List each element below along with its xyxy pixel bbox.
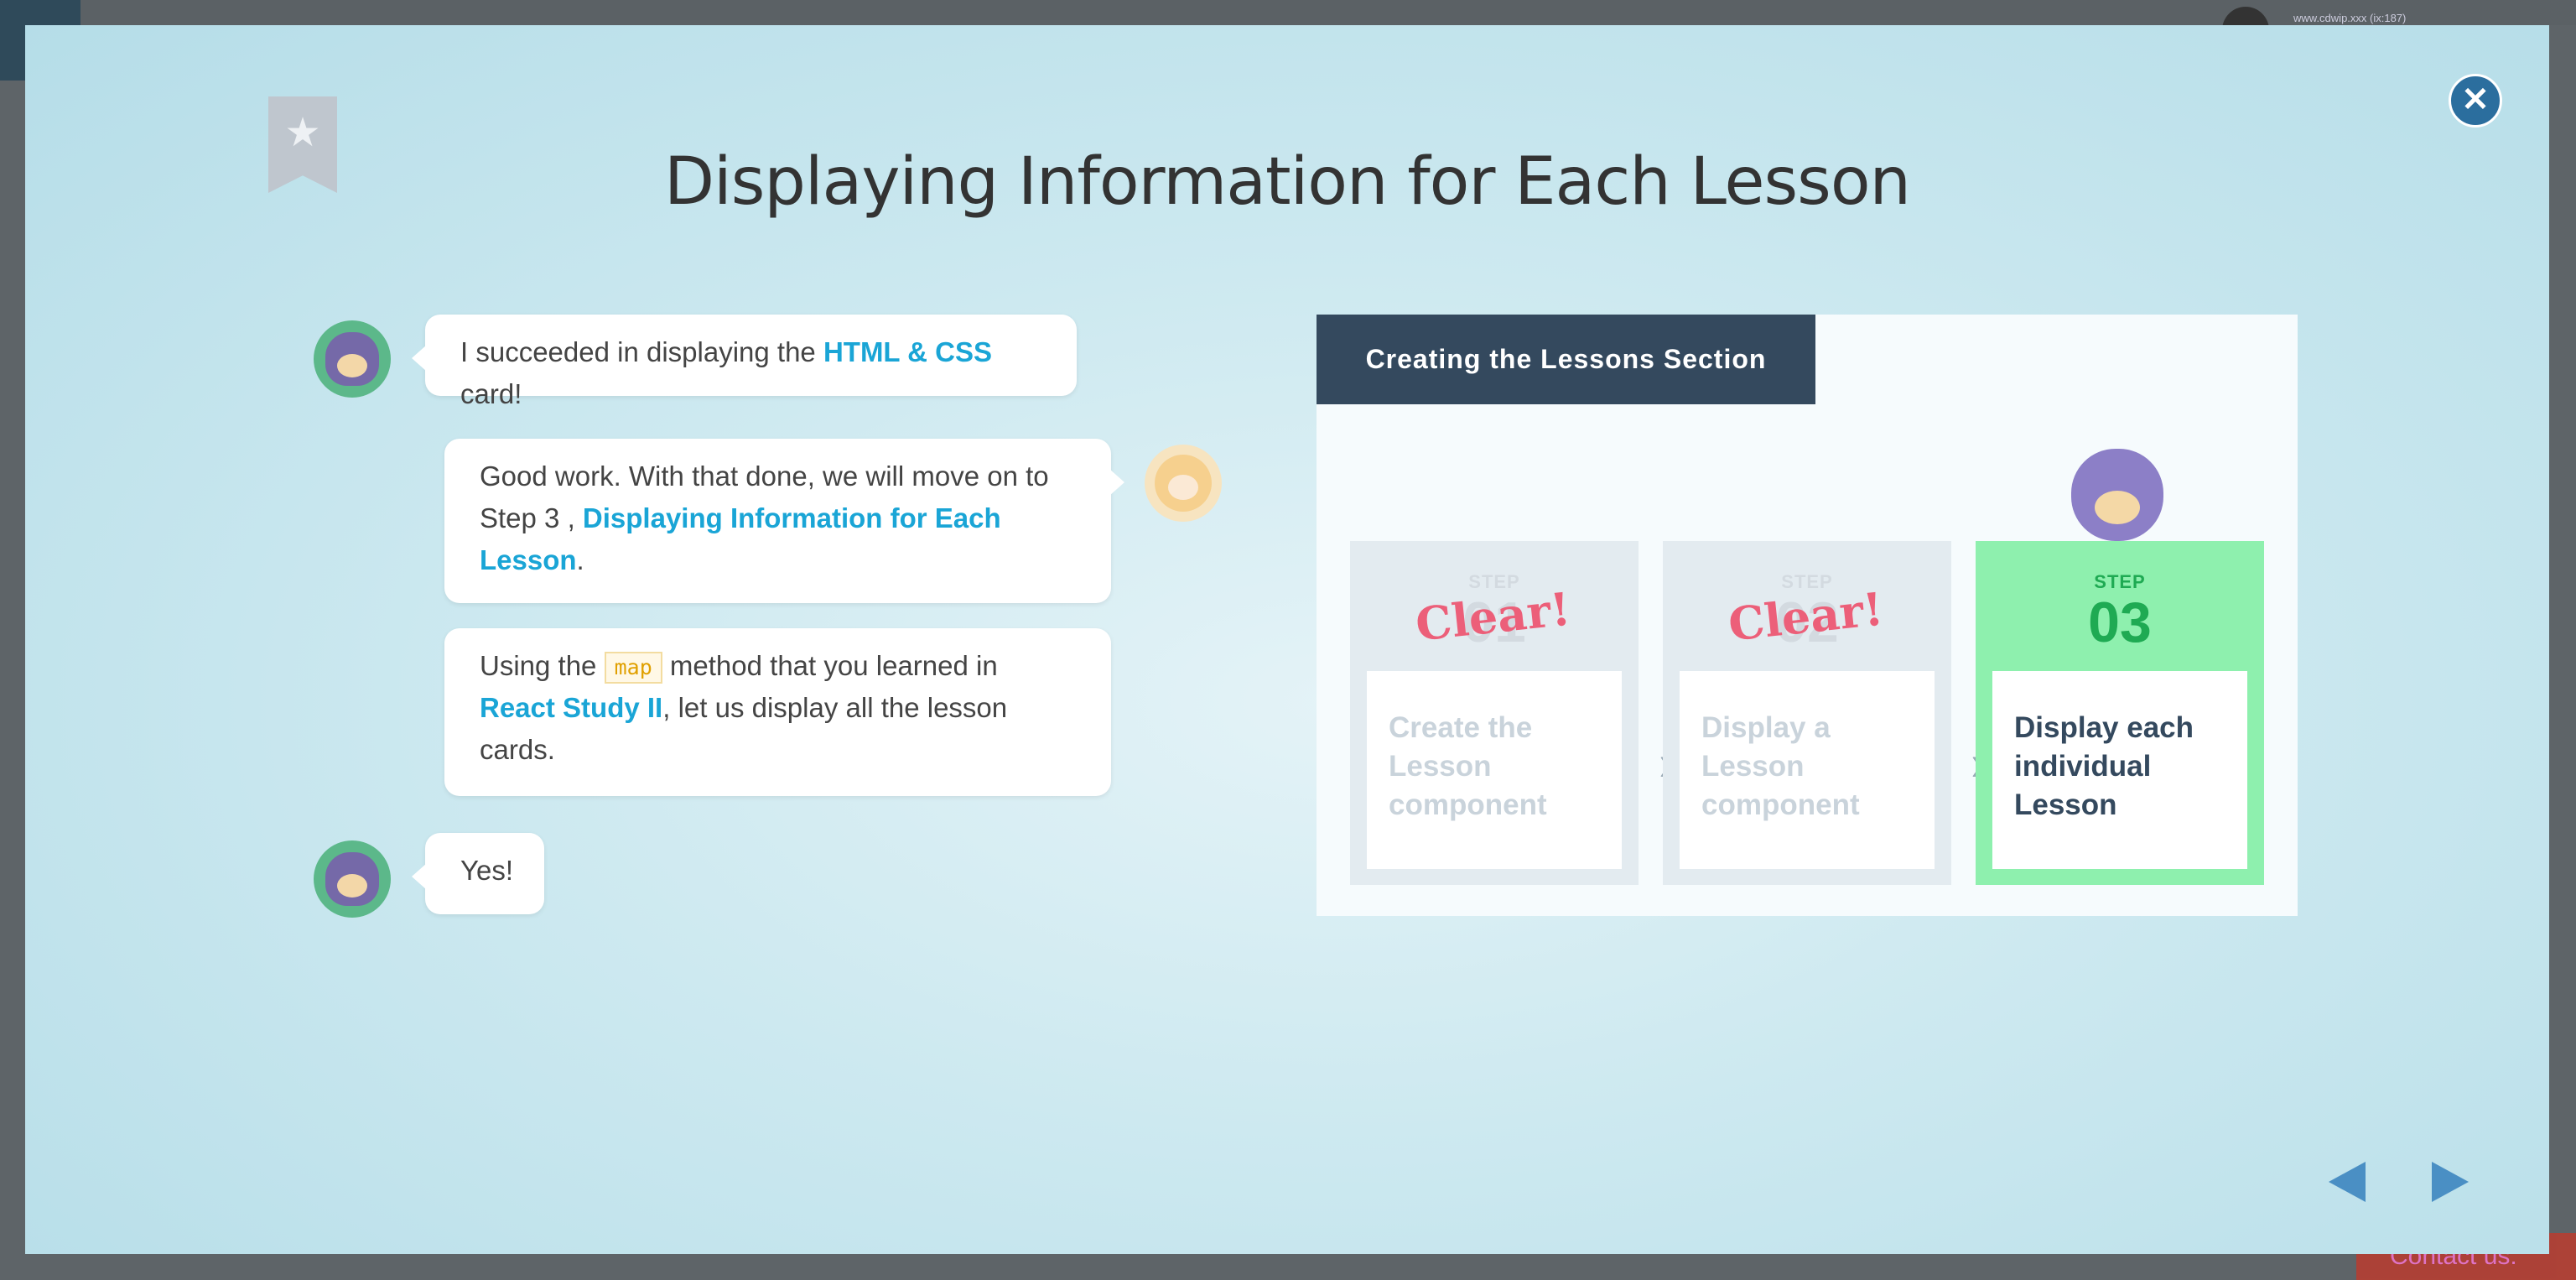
lesson-modal: ★ Displaying Information for Each Lesson… bbox=[25, 25, 2549, 1254]
chat-message-4: Yes! bbox=[412, 833, 544, 914]
next-arrow-icon[interactable] bbox=[2432, 1162, 2469, 1202]
chat-message-3: Using the map method that you learned in… bbox=[444, 628, 1111, 796]
step-description: Create the Lesson component bbox=[1367, 671, 1622, 869]
step-card-3: STEP 03 Display each individual Lesson bbox=[1976, 541, 2264, 885]
modal-title: Displaying Information for Each Lesson bbox=[664, 144, 1911, 221]
sheep-avatar bbox=[1145, 445, 1222, 522]
background-url-text: www.cdwip.xxx (ix:187) bbox=[2293, 12, 2407, 24]
step-description: Display a Lesson component bbox=[1680, 671, 1935, 869]
lesson-progress-panel: Creating the Lessons Section STEP 01 Cle… bbox=[1317, 315, 2298, 916]
step-description: Display each individual Lesson bbox=[1992, 671, 2247, 869]
close-button[interactable]: ✕ bbox=[2449, 74, 2502, 127]
chat-message-2: Good work. With that done, we will move … bbox=[444, 439, 1124, 603]
react-study-link[interactable]: React Study II bbox=[480, 692, 662, 723]
html-css-link[interactable]: HTML & CSS bbox=[823, 336, 992, 367]
prev-arrow-icon[interactable] bbox=[2329, 1162, 2366, 1202]
panel-header: Creating the Lessons Section bbox=[1317, 315, 1815, 404]
chat-message-1: I succeeded in displaying the HTML & CSS… bbox=[412, 315, 1077, 409]
close-icon: ✕ bbox=[2461, 81, 2490, 118]
background-toolbar bbox=[0, 0, 2576, 25]
cat-mascot bbox=[2063, 449, 2172, 549]
cat-avatar bbox=[314, 320, 391, 398]
step-card-1: STEP 01 Clear! Create the Lesson compone… bbox=[1350, 541, 1639, 885]
map-code: map bbox=[604, 652, 662, 684]
cat-avatar bbox=[314, 840, 391, 918]
step-card-2: STEP 02 Clear! Display a Lesson componen… bbox=[1663, 541, 1951, 885]
